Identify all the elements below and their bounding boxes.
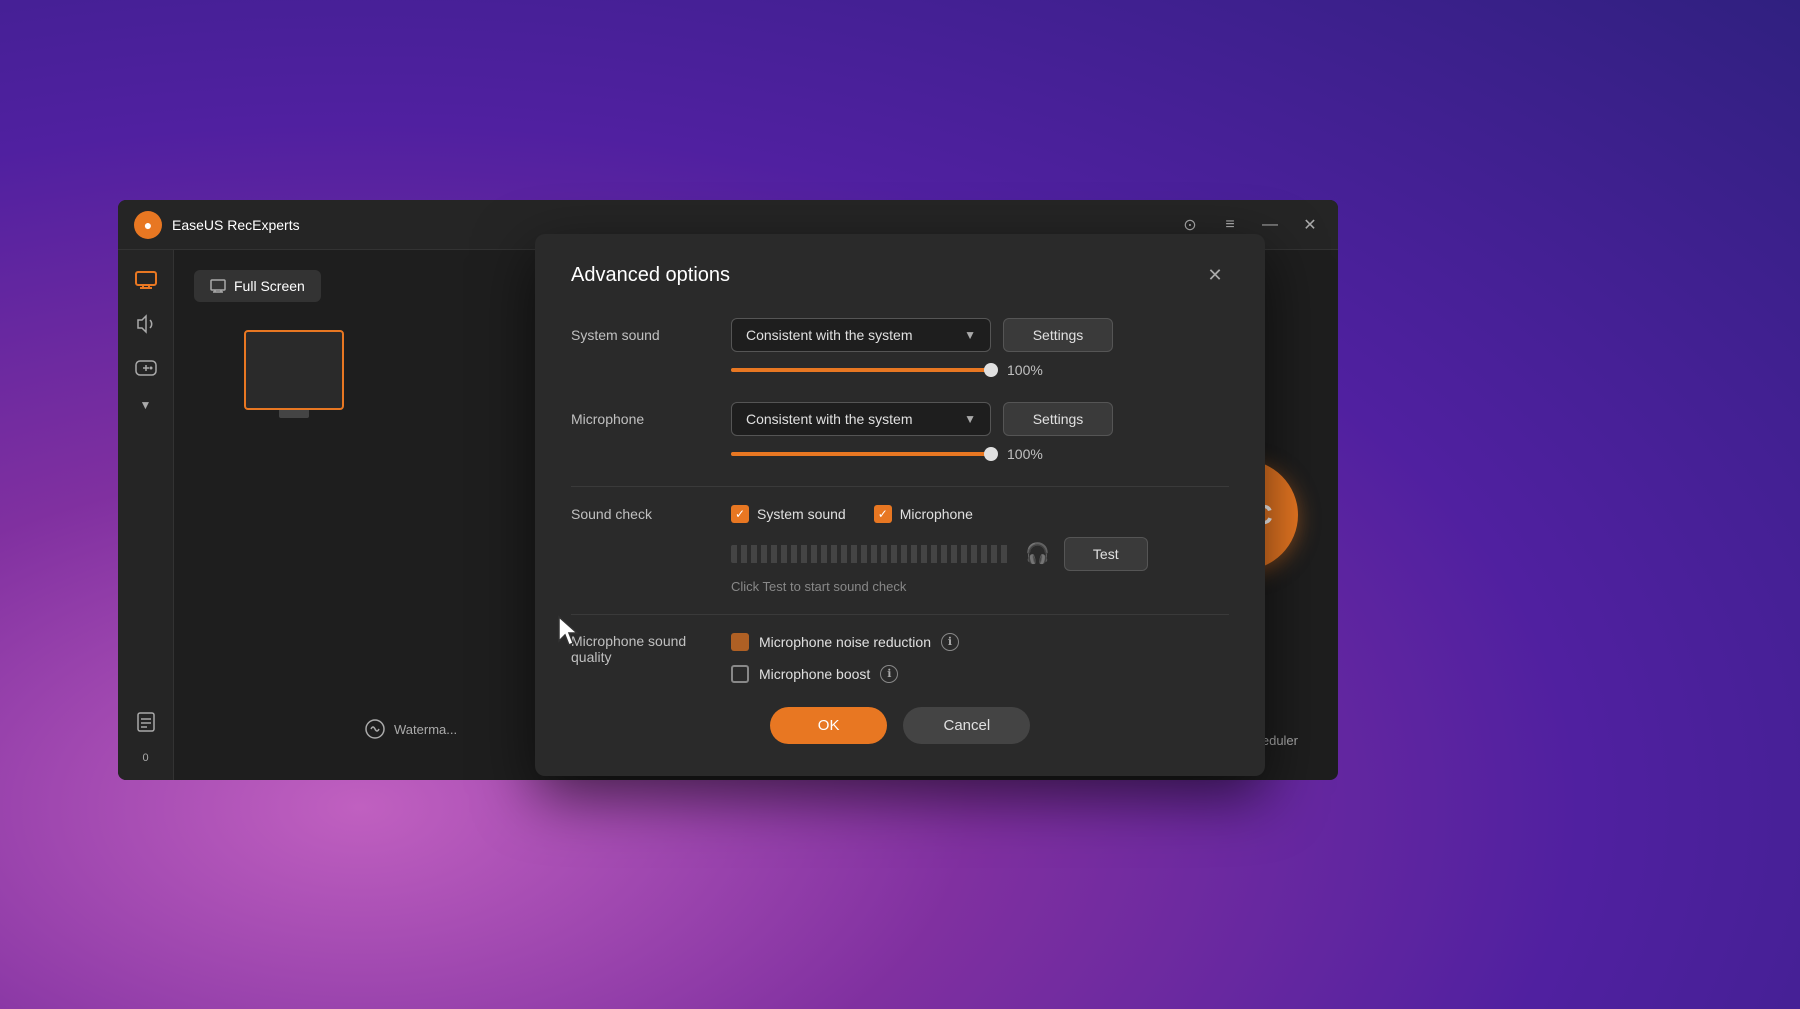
system-sound-label: System sound — [571, 327, 731, 343]
test-button[interactable]: Test — [1064, 537, 1148, 571]
advanced-options-dialog: Advanced options ✕ System sound Consiste… — [535, 234, 1265, 776]
microphone-dropdown[interactable]: Consistent with the system ▼ — [731, 402, 991, 436]
noise-reduction-checkbox-icon — [731, 633, 749, 651]
system-sound-dropdown[interactable]: Consistent with the system ▼ — [731, 318, 991, 352]
microphone-slider-track — [731, 452, 991, 456]
system-sound-settings-button[interactable]: Settings — [1003, 318, 1113, 352]
cancel-button[interactable]: Cancel — [903, 707, 1030, 744]
microphone-checkbox-icon: ✓ — [874, 505, 892, 523]
headphone-icon: 🎧 — [1025, 541, 1050, 566]
system-sound-controls: Consistent with the system ▼ Settings — [731, 318, 1229, 352]
microphone-checkbox-label: Microphone — [900, 506, 973, 522]
sound-meter-row: 🎧 Test — [731, 537, 1229, 571]
microphone-volume-value: 100% — [1007, 446, 1052, 462]
dialog-header: Advanced options ✕ — [571, 262, 1229, 290]
quality-options: Microphone noise reduction ℹ Microphone … — [731, 633, 959, 683]
ok-button[interactable]: OK — [770, 707, 888, 744]
system-sound-slider[interactable] — [731, 368, 991, 372]
dialog-footer: OK Cancel — [571, 707, 1229, 744]
system-sound-checkbox-icon: ✓ — [731, 505, 749, 523]
system-sound-slider-fill — [731, 368, 991, 372]
system-sound-checkbox-label: System sound — [757, 506, 846, 522]
sound-check-checkbox-group: ✓ System sound ✓ Microphone — [731, 505, 973, 523]
microphone-slider-thumb[interactable] — [984, 447, 998, 461]
dialog-title: Advanced options — [571, 264, 730, 287]
system-sound-checkbox[interactable]: ✓ System sound — [731, 505, 846, 523]
sound-check-row: Sound check ✓ System sound ✓ Microphone — [571, 505, 1229, 523]
noise-reduction-label: Microphone noise reduction — [759, 634, 931, 650]
microphone-slider-row: 100% — [731, 446, 1229, 462]
microphone-boost-info-icon[interactable]: ℹ — [880, 665, 898, 683]
sound-hint: Click Test to start sound check — [731, 579, 1229, 594]
microphone-label: Microphone — [571, 411, 731, 427]
system-sound-slider-thumb[interactable] — [984, 363, 998, 377]
dialog-overlay: Advanced options ✕ System sound Consiste… — [0, 0, 1800, 1009]
microphone-boost-label: Microphone boost — [759, 666, 870, 682]
microphone-slider[interactable] — [731, 452, 991, 456]
sound-meter — [731, 545, 1011, 563]
system-sound-row: System sound Consistent with the system … — [571, 318, 1229, 352]
microphone-checkbox[interactable]: ✓ Microphone — [874, 505, 973, 523]
microphone-boost-checkbox-icon — [731, 665, 749, 683]
microphone-dropdown-value: Consistent with the system — [746, 411, 913, 427]
section-divider-2 — [571, 614, 1229, 615]
microphone-dropdown-arrow: ▼ — [964, 412, 976, 426]
quality-label: Microphone sound quality — [571, 633, 731, 665]
system-sound-dropdown-arrow: ▼ — [964, 328, 976, 342]
sound-check-label: Sound check — [571, 506, 731, 522]
microphone-slider-fill — [731, 452, 991, 456]
system-sound-dropdown-value: Consistent with the system — [746, 327, 913, 343]
microphone-boost-option[interactable]: Microphone boost ℹ — [731, 665, 959, 683]
microphone-row: Microphone Consistent with the system ▼ … — [571, 402, 1229, 436]
system-sound-slider-track — [731, 368, 991, 372]
quality-row: Microphone sound quality Microphone nois… — [571, 633, 1229, 683]
dialog-close-button[interactable]: ✕ — [1201, 262, 1229, 290]
noise-reduction-info-icon[interactable]: ℹ — [941, 633, 959, 651]
microphone-settings-button[interactable]: Settings — [1003, 402, 1113, 436]
section-divider-1 — [571, 486, 1229, 487]
microphone-controls: Consistent with the system ▼ Settings — [731, 402, 1229, 436]
system-sound-volume-value: 100% — [1007, 362, 1052, 378]
microphone-quality-section: Microphone sound quality Microphone nois… — [571, 633, 1229, 683]
system-sound-slider-row: 100% — [731, 362, 1229, 378]
noise-reduction-option[interactable]: Microphone noise reduction ℹ — [731, 633, 959, 651]
